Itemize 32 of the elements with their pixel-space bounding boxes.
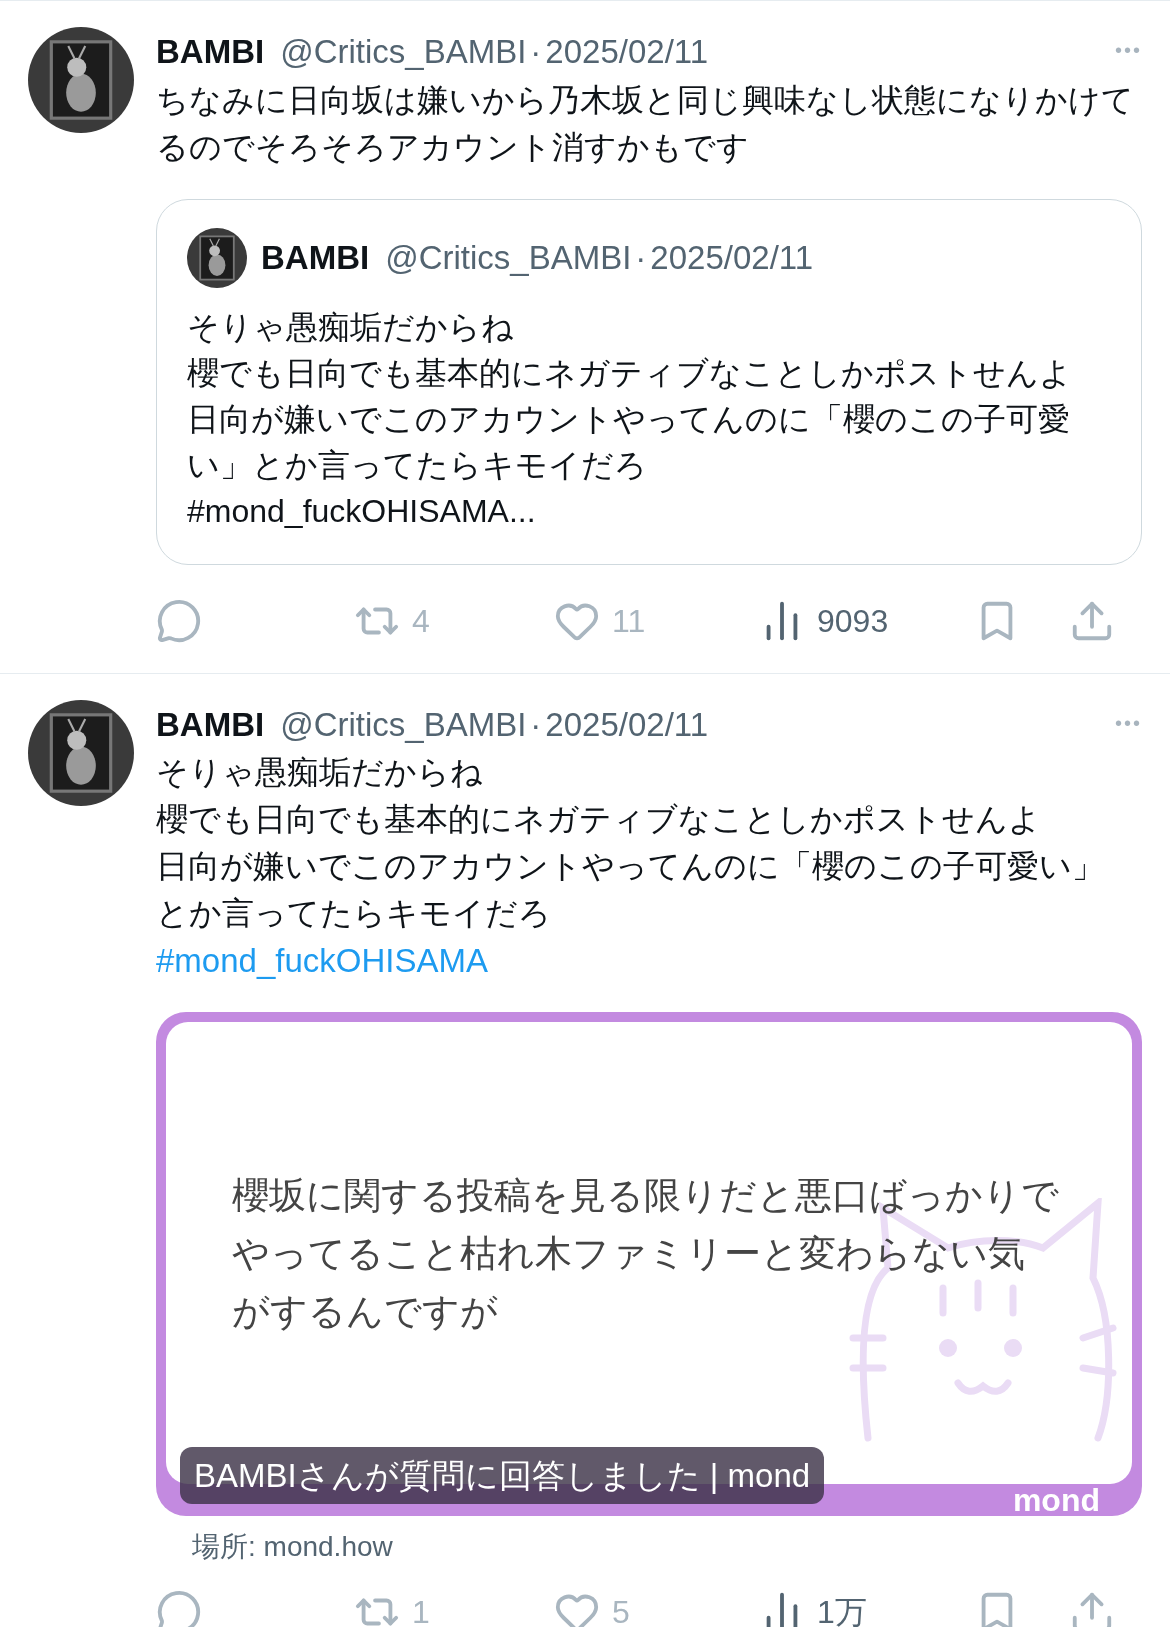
post-text: そりゃ愚痴垢だからね: [156, 753, 484, 792]
post-date[interactable]: 2025/02/11: [545, 699, 709, 749]
card-source[interactable]: 場所: mond.how: [156, 1526, 1142, 1568]
question-text: 櫻坂に関する投稿を見る限りだと悪口ばっかりでやってること枯れ木ファミリーと変わらない気がするんですが: [232, 1174, 1060, 1334]
user-name[interactable]: BAMBI: [156, 699, 265, 749]
user-name[interactable]: BAMBI: [156, 27, 265, 77]
quoted-post-text: 櫻でも日向でも基本的にネガティブなことしかポストせんよ: [187, 353, 1073, 393]
link-card[interactable]: 櫻坂に関する投稿を見る限りだと悪口ばっかりでやってること枯れ木ファミリーと変わらない気がするんですが mond BAMBIさんが質問に回答しました | mond: [156, 1012, 1142, 1516]
quoted-post[interactable]: BAMBI @Critics_BAMBI·2025/02/11 そりゃ愚痴垢だからね 櫻でも日向でも基本的にネガティブなことしかポストせんよ 日向が嫌いでこのアカウントやってんのに「櫻のこの子可愛い」とか言ってたらキモイだろ #mond_fuckOHISAMA...: [156, 198, 1142, 565]
separator: ·: [530, 32, 542, 72]
card-title: BAMBIさんが質問に回答しました | mond: [180, 1446, 825, 1504]
user-name[interactable]: BAMBI: [261, 232, 370, 283]
post-text: ちなみに日向坂は嫌いから乃木坂と同じ興味なし状態になりかけてるのでそろそろアカウント消すかもです: [156, 80, 1135, 167]
separator: ·: [635, 237, 647, 278]
separator: ·: [530, 704, 542, 745]
post-date[interactable]: 2025/02/11: [650, 232, 814, 283]
quoted-post-text: 日向が嫌いでこのアカウントやってんのに「櫻のこの子可愛い」とか言ってたらキモイだろ: [187, 399, 1071, 485]
reply-button[interactable]: [156, 597, 202, 644]
views-button[interactable]: 1万: [759, 1588, 867, 1627]
post-text: 櫻でも日向でも基本的にネガティブなことしかポストせんよ: [156, 800, 1042, 839]
reply-icon: [156, 597, 202, 644]
quoted-post-text: そりゃ愚痴垢だからね: [187, 307, 515, 347]
reply-icon: [156, 1589, 202, 1627]
mond-logo: mond: [1012, 1484, 1100, 1516]
reply-button[interactable]: [156, 1589, 202, 1627]
views-button[interactable]: 9093: [759, 596, 889, 645]
user-handle[interactable]: @Critics_BAMBI: [385, 232, 632, 283]
user-handle[interactable]: @Critics_BAMBI: [280, 699, 527, 749]
quoted-post-text: #mond_fuckOHISAMA...: [187, 491, 537, 531]
user-handle[interactable]: @Critics_BAMBI: [280, 27, 527, 77]
post-date[interactable]: 2025/02/11: [545, 27, 709, 77]
post-text: 日向が嫌いでこのアカウントやってんのに「櫻のこの子可愛い」とか言ってたらキモイだろ: [156, 847, 1105, 933]
